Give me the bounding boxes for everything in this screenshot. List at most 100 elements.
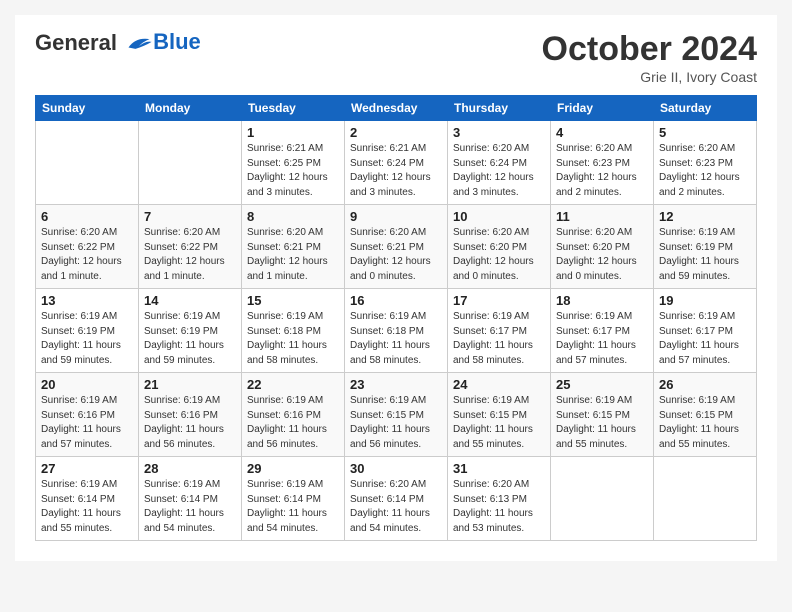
month-title: October 2024 [542, 30, 757, 69]
day-info: Sunrise: 6:21 AMSunset: 6:25 PMDaylight:… [247, 142, 339, 200]
calendar-cell: 12 Sunrise: 6:19 AMSunset: 6:19 PMDayligh… [654, 205, 757, 289]
calendar-cell: 6 Sunrise: 6:20 AMSunset: 6:22 PMDaylight… [36, 205, 139, 289]
header-monday: Monday [139, 96, 242, 121]
day-number: 30 [350, 461, 442, 476]
calendar-cell: 23Sunrise: 6:19 AMSunset: 6:15 PMDayligh… [345, 373, 448, 457]
day-number: 20 [41, 377, 133, 392]
day-info: Sunrise: 6:19 AMSunset: 6:19 PMDaylight:… [144, 310, 236, 368]
calendar-cell: 21 Sunrise: 6:19 AMSunset: 6:16 PMDayligh… [139, 373, 242, 457]
calendar-cell: 15Sunrise: 6:19 AMSunset: 6:18 PMDayligh… [242, 289, 345, 373]
day-info: Sunrise: 6:21 AMSunset: 6:24 PMDaylight:… [350, 142, 442, 200]
calendar-cell [551, 457, 654, 541]
day-number: 26 [659, 377, 751, 392]
day-number: 9 [350, 209, 442, 224]
calendar-cell: 26 Sunrise: 6:19 AMSunset: 6:15 PMDayligh… [654, 373, 757, 457]
day-info: Sunrise: 6:19 AMSunset: 6:17 PMDaylight:… [659, 310, 751, 368]
calendar-cell [139, 121, 242, 205]
calendar-cell: 30 Sunrise: 6:20 AMSunset: 6:14 PMDayligh… [345, 457, 448, 541]
calendar-cell [36, 121, 139, 205]
day-info: Sunrise: 6:20 AMSunset: 6:22 PMDaylight:… [41, 226, 133, 284]
day-number: 13 [41, 293, 133, 308]
day-info: Sunrise: 6:20 AMSunset: 6:20 PMDaylight:… [556, 226, 648, 284]
day-info: Sunrise: 6:19 AMSunset: 6:14 PMDaylight:… [247, 478, 339, 536]
day-info: Sunrise: 6:19 AMSunset: 6:16 PMDaylight:… [247, 394, 339, 452]
day-info: Sunrise: 6:20 AMSunset: 6:20 PMDaylight:… [453, 226, 545, 284]
week-row-1: 1 Sunrise: 6:21 AMSunset: 6:25 PMDaylight… [36, 121, 757, 205]
day-info: Sunrise: 6:20 AMSunset: 6:13 PMDaylight:… [453, 478, 545, 536]
calendar-cell: 18 Sunrise: 6:19 AMSunset: 6:17 PMDayligh… [551, 289, 654, 373]
day-number: 19 [659, 293, 751, 308]
logo-text: General Blue [35, 30, 201, 58]
calendar-cell: 8 Sunrise: 6:20 AMSunset: 6:21 PMDaylight… [242, 205, 345, 289]
day-number: 18 [556, 293, 648, 308]
header-tuesday: Tuesday [242, 96, 345, 121]
day-number: 1 [247, 125, 339, 140]
calendar-cell: 11 Sunrise: 6:20 AMSunset: 6:20 PMDayligh… [551, 205, 654, 289]
day-info: Sunrise: 6:20 AMSunset: 6:23 PMDaylight:… [659, 142, 751, 200]
day-number: 25 [556, 377, 648, 392]
day-info: Sunrise: 6:20 AMSunset: 6:22 PMDaylight:… [144, 226, 236, 284]
day-number: 10 [453, 209, 545, 224]
logo: General Blue [35, 30, 201, 58]
day-info: Sunrise: 6:20 AMSunset: 6:14 PMDaylight:… [350, 478, 442, 536]
day-info: Sunrise: 6:19 AMSunset: 6:14 PMDaylight:… [144, 478, 236, 536]
day-info: Sunrise: 6:19 AMSunset: 6:14 PMDaylight:… [41, 478, 133, 536]
calendar-cell: 28 Sunrise: 6:19 AMSunset: 6:14 PMDayligh… [139, 457, 242, 541]
day-number: 28 [144, 461, 236, 476]
day-number: 11 [556, 209, 648, 224]
day-number: 24 [453, 377, 545, 392]
day-number: 5 [659, 125, 751, 140]
calendar-cell: 2 Sunrise: 6:21 AMSunset: 6:24 PMDaylight… [345, 121, 448, 205]
day-info: Sunrise: 6:19 AMSunset: 6:18 PMDaylight:… [350, 310, 442, 368]
calendar-cell: 5 Sunrise: 6:20 AMSunset: 6:23 PMDaylight… [654, 121, 757, 205]
calendar-cell: 9 Sunrise: 6:20 AMSunset: 6:21 PMDaylight… [345, 205, 448, 289]
calendar-cell: 20 Sunrise: 6:19 AMSunset: 6:16 PMDayligh… [36, 373, 139, 457]
header-saturday: Saturday [654, 96, 757, 121]
day-number: 4 [556, 125, 648, 140]
day-info: Sunrise: 6:20 AMSunset: 6:21 PMDaylight:… [247, 226, 339, 284]
day-number: 2 [350, 125, 442, 140]
day-info: Sunrise: 6:19 AMSunset: 6:15 PMDaylight:… [659, 394, 751, 452]
day-info: Sunrise: 6:19 AMSunset: 6:19 PMDaylight:… [659, 226, 751, 284]
header-wednesday: Wednesday [345, 96, 448, 121]
day-info: Sunrise: 6:19 AMSunset: 6:16 PMDaylight:… [41, 394, 133, 452]
calendar-cell: 4Sunrise: 6:20 AMSunset: 6:23 PMDaylight… [551, 121, 654, 205]
day-info: Sunrise: 6:19 AMSunset: 6:19 PMDaylight:… [41, 310, 133, 368]
week-row-2: 6 Sunrise: 6:20 AMSunset: 6:22 PMDaylight… [36, 205, 757, 289]
header-sunday: Sunday [36, 96, 139, 121]
calendar-cell: 29 Sunrise: 6:19 AMSunset: 6:14 PMDayligh… [242, 457, 345, 541]
day-number: 23 [350, 377, 442, 392]
calendar-cell: 7Sunrise: 6:20 AMSunset: 6:22 PMDaylight… [139, 205, 242, 289]
day-number: 15 [247, 293, 339, 308]
logo-line1: General [35, 30, 117, 55]
header-row: Sunday Monday Tuesday Wednesday Thursday… [36, 96, 757, 121]
logo-line2: Blue [153, 29, 201, 55]
page: General Blue October 2024 Grie II, Ivory… [15, 15, 777, 561]
calendar-cell: 27 Sunrise: 6:19 AMSunset: 6:14 PMDayligh… [36, 457, 139, 541]
calendar-cell: 14 Sunrise: 6:19 AMSunset: 6:19 PMDayligh… [139, 289, 242, 373]
day-number: 22 [247, 377, 339, 392]
calendar-cell: 13 Sunrise: 6:19 AMSunset: 6:19 PMDayligh… [36, 289, 139, 373]
day-number: 27 [41, 461, 133, 476]
header: General Blue October 2024 Grie II, Ivory… [35, 30, 757, 85]
day-info: Sunrise: 6:19 AMSunset: 6:16 PMDaylight:… [144, 394, 236, 452]
day-number: 14 [144, 293, 236, 308]
calendar-cell: 16 Sunrise: 6:19 AMSunset: 6:18 PMDayligh… [345, 289, 448, 373]
day-number: 21 [144, 377, 236, 392]
day-info: Sunrise: 6:19 AMSunset: 6:15 PMDaylight:… [453, 394, 545, 452]
header-friday: Friday [551, 96, 654, 121]
day-number: 6 [41, 209, 133, 224]
calendar-cell [654, 457, 757, 541]
calendar-cell: 22 Sunrise: 6:19 AMSunset: 6:16 PMDayligh… [242, 373, 345, 457]
day-number: 29 [247, 461, 339, 476]
day-number: 8 [247, 209, 339, 224]
day-number: 16 [350, 293, 442, 308]
day-info: Sunrise: 6:19 AMSunset: 6:17 PMDaylight:… [556, 310, 648, 368]
logo-bird-icon [125, 30, 153, 58]
title-block: October 2024 Grie II, Ivory Coast [542, 30, 757, 85]
calendar-cell: 19 Sunrise: 6:19 AMSunset: 6:17 PMDayligh… [654, 289, 757, 373]
day-number: 12 [659, 209, 751, 224]
day-info: Sunrise: 6:20 AMSunset: 6:21 PMDaylight:… [350, 226, 442, 284]
calendar-table: Sunday Monday Tuesday Wednesday Thursday… [35, 95, 757, 541]
calendar-cell: 3Sunrise: 6:20 AMSunset: 6:24 PMDaylight… [448, 121, 551, 205]
